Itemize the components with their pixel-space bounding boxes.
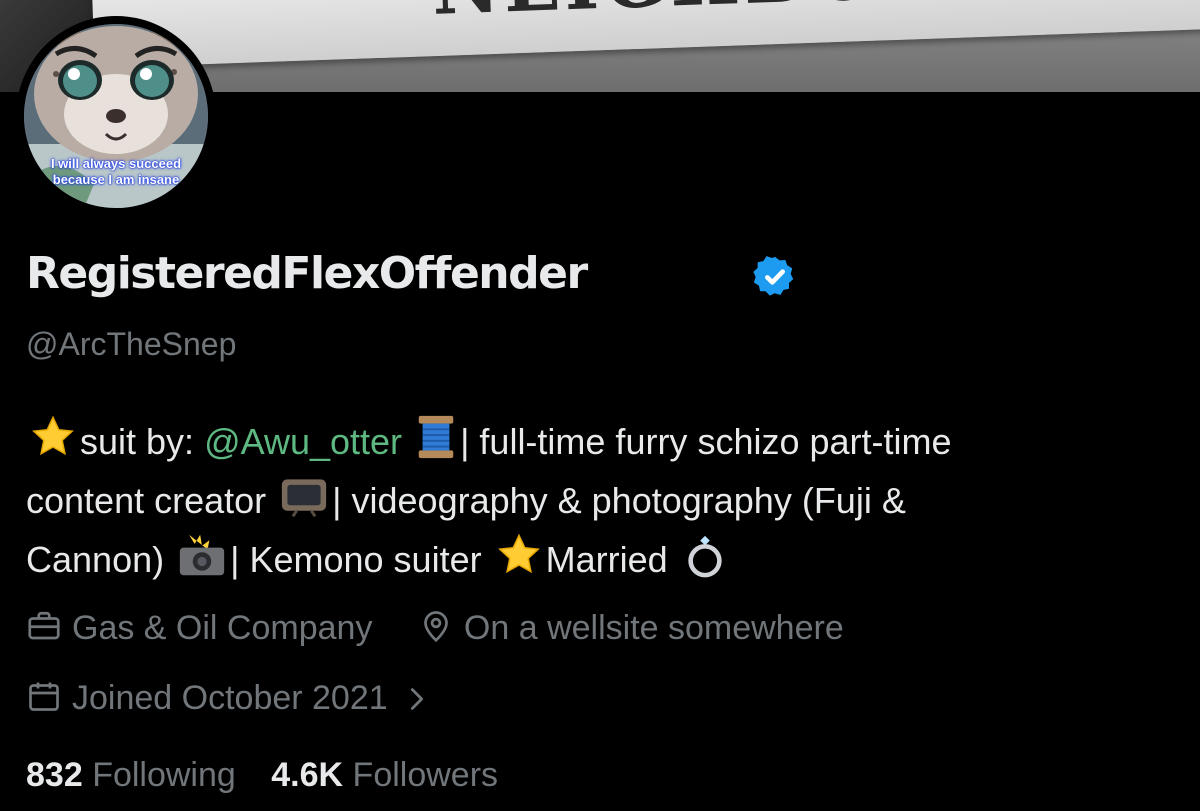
work-label: Gas & Oil Company xyxy=(72,609,373,647)
bio-text-3b: | Kemono suiter xyxy=(230,539,482,580)
following-count: 832 xyxy=(26,756,83,794)
bio-text-3c: Married xyxy=(545,539,668,580)
profile-joined-row[interactable]: Joined October 2021 xyxy=(26,678,467,718)
followers-link[interactable]: 4.6K Followers xyxy=(271,756,498,795)
star-emoji-icon-2 xyxy=(496,532,542,595)
avatar-image: I will always succeed because I am insan… xyxy=(24,24,208,208)
following-link[interactable]: 832 Following xyxy=(26,756,236,795)
profile-avatar[interactable]: I will always succeed because I am insan… xyxy=(16,16,216,216)
profile-bio: suit by: @Awu_otter | full-time furry sc… xyxy=(26,412,1186,589)
bio-text-2b: | videography & photography (Fuji & xyxy=(332,480,906,521)
ring-emoji-icon xyxy=(682,532,728,595)
bio-line-1: suit by: @Awu_otter | full-time furry sc… xyxy=(26,412,1186,471)
verified-badge-icon[interactable] xyxy=(752,254,798,304)
joined-label: Joined October 2021 xyxy=(72,679,388,717)
television-emoji-icon xyxy=(280,473,328,536)
star-emoji-icon xyxy=(30,414,76,477)
bio-text-2a: content creator xyxy=(26,480,267,521)
profile-location: On a wellsite somewhere xyxy=(418,608,844,648)
bio-suit-text: suit by: xyxy=(80,421,205,462)
bio-text-1b: | full-time furry schizo part-time xyxy=(460,421,952,462)
bio-mention-link[interactable]: @Awu_otter xyxy=(204,421,402,462)
followers-count: 4.6K xyxy=(271,756,344,794)
avatar-caption-line2: because I am insane xyxy=(52,172,180,187)
briefcase-icon xyxy=(28,611,60,640)
following-label: Following xyxy=(92,756,236,794)
profile-joined[interactable]: Joined October 2021 xyxy=(26,678,431,718)
banner-sign: NEIGHBORHOOD. xyxy=(92,0,1200,68)
location-label: On a wellsite somewhere xyxy=(463,609,844,647)
display-name: RegisteredFlexOffender xyxy=(26,248,588,299)
bio-line-2: content creator | videography & photogra… xyxy=(26,471,1186,530)
location-pin-icon xyxy=(424,611,448,643)
profile-handle: @ArcTheSnep xyxy=(26,326,237,362)
calendar-icon xyxy=(29,682,59,711)
avatar-caption-line1: I will always succeed xyxy=(50,156,182,171)
profile-work: Gas & Oil Company xyxy=(26,608,372,648)
profile-stats: 832 Following 4.6K Followers xyxy=(26,756,524,795)
chevron-right-icon[interactable] xyxy=(403,684,431,714)
profile-meta-row: Gas & Oil Company On a wellsite somewher… xyxy=(26,608,880,648)
bio-text-3a: Cannon) xyxy=(26,539,165,580)
thread-spool-emoji-icon xyxy=(416,414,456,477)
banner-sign-text: NEIGHBORHOOD. xyxy=(430,0,1200,35)
followers-label: Followers xyxy=(352,756,499,794)
camera-flash-emoji-icon xyxy=(178,532,226,595)
bio-line-3: Cannon) | Kemono suiter Married xyxy=(26,530,1186,589)
